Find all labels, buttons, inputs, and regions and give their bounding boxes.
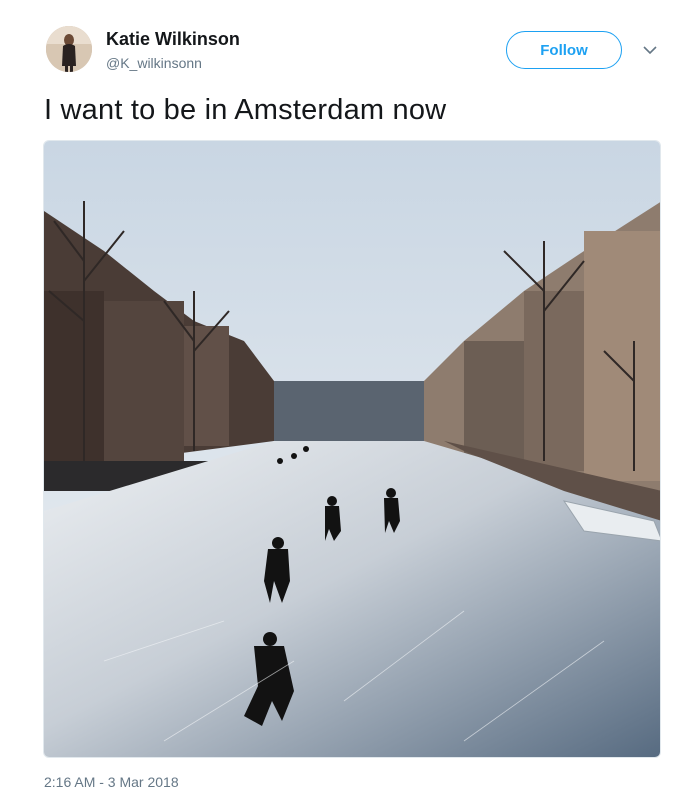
author-name[interactable]: Katie Wilkinson <box>106 28 240 50</box>
user-info: Katie Wilkinson @K_wilkinsonn <box>106 28 240 72</box>
tweet-card: Katie Wilkinson @K_wilkinsonn Follow I w… <box>0 0 700 808</box>
follow-button[interactable]: Follow <box>506 31 622 69</box>
tweet-text: I want to be in Amsterdam now <box>44 94 447 126</box>
author-handle[interactable]: @K_wilkinsonn <box>106 54 240 72</box>
canal-skating-image <box>44 141 660 757</box>
chevron-down-icon[interactable] <box>640 40 660 60</box>
tweet-timestamp[interactable]: 2:16 AM - 3 Mar 2018 <box>44 774 179 790</box>
avatar[interactable] <box>46 26 92 72</box>
tweet-photo[interactable] <box>43 140 661 758</box>
